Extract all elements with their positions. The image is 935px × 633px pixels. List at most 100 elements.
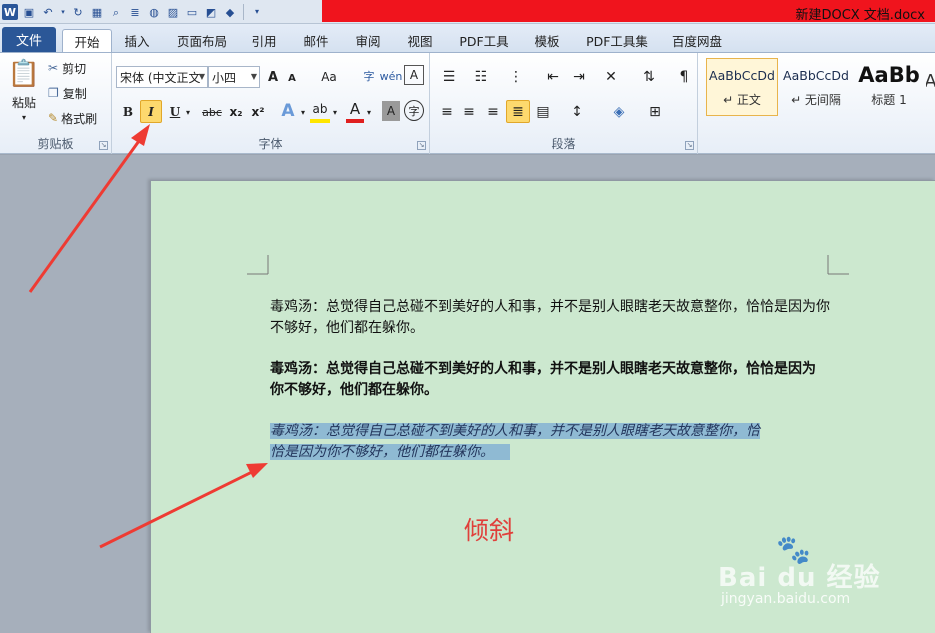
italic-button[interactable]: I <box>140 100 162 123</box>
tab-references[interactable]: 引用 <box>246 29 282 52</box>
save-icon[interactable]: ▣ <box>21 4 37 20</box>
change-case-button[interactable]: Aa <box>316 67 342 87</box>
find-icon[interactable]: ⌕ <box>108 4 124 20</box>
customize-toolbar-icon[interactable]: ▾ <box>249 4 265 20</box>
paragraph-bold[interactable]: 毒鸡汤：总觉得自己总碰不到美好的人和事，并不是别人眼瞎老天故意整你，恰恰是因为 … <box>270 359 830 401</box>
paste-dropdown-icon[interactable]: ▾ <box>14 111 34 123</box>
line-spacing-icon[interactable]: ↕ <box>564 101 590 123</box>
copy-button[interactable]: ❐ 复制 <box>48 84 108 102</box>
bold-button[interactable]: B <box>118 101 138 123</box>
multilevel-list-icon[interactable]: ⋮ <box>504 67 528 87</box>
tab-baidu-netdisk[interactable]: 百度网盘 <box>668 29 726 52</box>
quick-access-toolbar: W ▣ ↶ ▾ ↻ ▦ ⌕ ≣ ◍ ▨ ▭ ◩ ◆ ▾ <box>0 2 265 22</box>
style-no-spacing[interactable]: AaBbCcDd ↵ 无间隔 <box>780 58 852 116</box>
toolbar-divider <box>243 4 244 20</box>
style-heading-1-name: 标题 1 <box>871 93 907 107</box>
dropdown-icon[interactable]: ▾ <box>59 4 67 20</box>
cut-button[interactable]: ✂ 剪切 <box>48 59 108 77</box>
phonetic-guide-icon[interactable]: 字 <box>358 65 380 87</box>
character-border-icon[interactable]: A <box>404 65 424 85</box>
chevron-down-icon: ▼ <box>250 72 257 81</box>
align-left-icon[interactable]: ≡ <box>436 101 458 123</box>
highlight-dropdown-icon[interactable]: ▾ <box>330 103 340 121</box>
font-color-dropdown-icon[interactable]: ▾ <box>364 103 374 121</box>
copy-icon: ❐ <box>48 86 59 100</box>
font-family-select[interactable]: 宋体 (中文正文 ▼ <box>116 66 208 88</box>
text-effects-icon[interactable]: A <box>278 99 298 123</box>
paste-button[interactable]: 粘贴 <box>6 93 42 111</box>
cut-label: 剪切 <box>62 61 87 76</box>
borders-icon[interactable]: ⊞ <box>642 101 668 123</box>
underline-button[interactable]: U <box>167 101 183 123</box>
style-normal[interactable]: AaBbCcDd ↵ 正文 <box>706 58 778 116</box>
clipboard-group: 📋 粘贴 ▾ ✂ 剪切 ❐ 复制 ✎ 格式刷 剪贴板 ↘ <box>0 53 112 154</box>
annotation-label: 倾斜 <box>464 516 515 545</box>
shapes-icon[interactable]: ◆ <box>222 4 238 20</box>
style-no-spacing-name: ↵ 无间隔 <box>791 93 841 107</box>
shrink-font-button[interactable]: A <box>284 69 300 87</box>
tab-templates[interactable]: 模板 <box>528 29 566 52</box>
tab-insert[interactable]: 插入 <box>118 29 156 52</box>
textbox-icon[interactable]: ▭ <box>184 4 200 20</box>
paragraph-italic-selected[interactable]: 毒鸡汤：总觉得自己总碰不到美好的人和事，并不是别人眼瞎老天故意整你，恰 恰是因为… <box>270 421 830 463</box>
style-normal-name: ↵ 正文 <box>723 93 761 107</box>
tab-review[interactable]: 审阅 <box>350 29 386 52</box>
distributed-icon[interactable]: ▤ <box>532 101 554 123</box>
font-group: 宋体 (中文正文 ▼ 小四 ▼ A A Aa 字 wén A B I U ▾ abc… <box>112 53 430 154</box>
watermark-brand: Bai du 经验 <box>718 563 881 593</box>
format-painter-button[interactable]: ✎ 格式刷 <box>48 109 110 127</box>
word-app-icon[interactable]: W <box>2 4 18 20</box>
font-launcher-icon[interactable]: ↘ <box>417 141 426 150</box>
text-effects-dropdown-icon[interactable]: ▾ <box>298 103 308 121</box>
character-shading-icon[interactable]: A <box>382 101 400 121</box>
shading-icon[interactable]: ◈ <box>606 101 632 123</box>
undo-icon[interactable]: ↶ <box>40 4 56 20</box>
baidu-jingyan-watermark: 🐾 Bai du 经验 jingyan.baidu.com <box>718 533 928 615</box>
align-right-icon[interactable]: ≡ <box>482 101 504 123</box>
grow-font-button[interactable]: A <box>264 67 282 87</box>
redo-icon[interactable]: ↻ <box>70 4 86 20</box>
image-icon[interactable]: ◩ <box>203 4 219 20</box>
style-heading-1[interactable]: AaBb 标题 1 <box>854 58 924 116</box>
paragraph-launcher-icon[interactable]: ↘ <box>685 141 694 150</box>
underline-dropdown-icon[interactable]: ▾ <box>183 103 193 121</box>
clipboard-launcher-icon[interactable]: ↘ <box>99 141 108 150</box>
font-size-select[interactable]: 小四 ▼ <box>208 66 260 88</box>
font-color-icon[interactable]: A <box>346 99 364 123</box>
font-size-value: 小四 <box>212 70 237 85</box>
paragraph-normal-line-2: 不够好，他们都在躲你。 <box>270 320 424 336</box>
justify-icon[interactable]: ≣ <box>506 100 530 123</box>
paragraph-normal[interactable]: 毒鸡汤：总觉得自己总碰不到美好的人和事，并不是别人眼瞎老天故意整你，恰恰是因为你… <box>270 297 830 339</box>
format-icon[interactable]: ≣ <box>127 4 143 20</box>
sort-icon[interactable]: ⇅ <box>638 67 660 87</box>
show-marks-icon[interactable]: ¶ <box>674 67 694 87</box>
more-styles-icon[interactable]: A <box>926 61 935 101</box>
style-no-spacing-sample: AaBbCcDd <box>783 67 849 83</box>
table-icon[interactable]: ▦ <box>89 4 105 20</box>
align-center-icon[interactable]: ≡ <box>458 101 480 123</box>
decrease-indent-icon[interactable]: ⇤ <box>542 67 564 87</box>
superscript-button[interactable]: x² <box>248 101 268 123</box>
bullets-icon[interactable]: ☰ <box>438 67 460 87</box>
subscript-button[interactable]: x₂ <box>226 101 246 123</box>
copy-label: 复制 <box>62 86 87 101</box>
tab-page-layout[interactable]: 页面布局 <box>172 29 232 52</box>
increase-indent-icon[interactable]: ⇥ <box>568 67 590 87</box>
chinese-layout-icon[interactable]: ✕ <box>598 67 624 87</box>
tab-pdf-toolset[interactable]: PDF工具集 <box>582 29 652 52</box>
globe-icon[interactable]: ◍ <box>146 4 162 20</box>
clear-format-icon[interactable]: wén <box>380 65 403 87</box>
tab-pdf-tools[interactable]: PDF工具 <box>454 29 514 52</box>
tab-file[interactable]: 文件 <box>2 27 56 52</box>
tab-view[interactable]: 视图 <box>402 29 438 52</box>
tab-home[interactable]: 开始 <box>62 29 112 52</box>
paste-icon[interactable]: 📋 <box>6 57 42 91</box>
font-family-value: 宋体 (中文正文 <box>120 70 201 85</box>
enclose-characters-icon[interactable]: 字 <box>404 100 424 121</box>
tab-mailings[interactable]: 邮件 <box>298 29 334 52</box>
numbering-icon[interactable]: ☷ <box>470 67 492 87</box>
style-normal-sample: AaBbCcDd <box>709 67 775 83</box>
picture-icon[interactable]: ▨ <box>165 4 181 20</box>
highlight-color-icon[interactable]: ab <box>310 99 330 123</box>
strikethrough-button[interactable]: abc <box>200 101 224 123</box>
